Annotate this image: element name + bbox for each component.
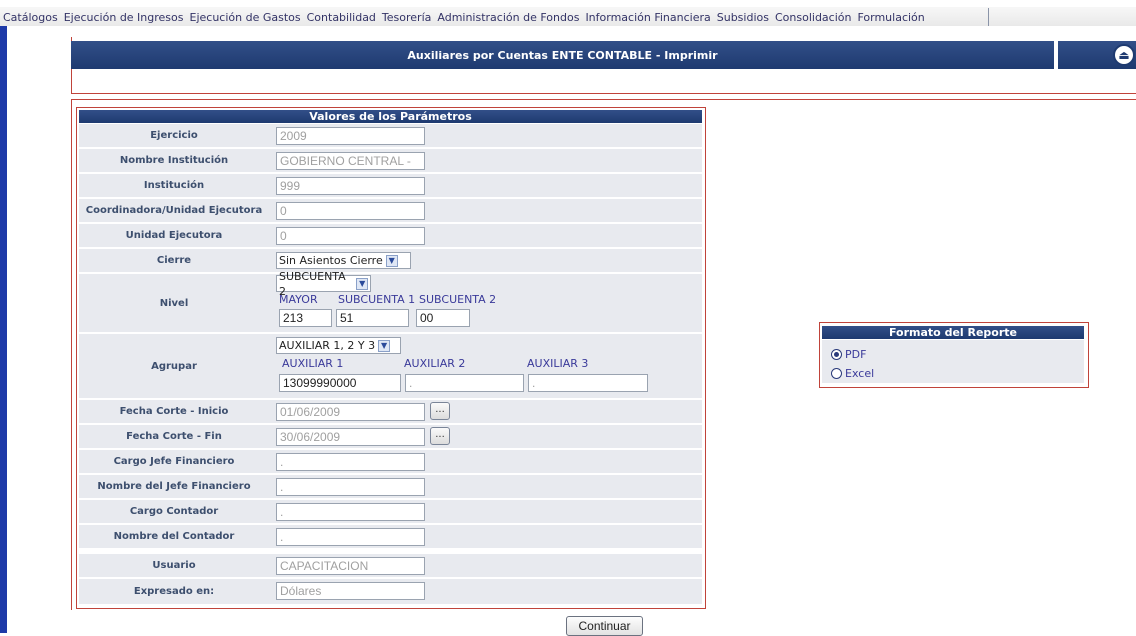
nombre-jefe-field[interactable]: . [276,478,425,496]
fecha-inicio-label: Fecha Corte - Inicio [119,406,229,417]
row-nombre-institucion: Nombre Institución GOBIERNO CENTRAL - [79,149,702,172]
top-menu-bar: Catálogos Ejecución de Ingresos Ejecució… [0,0,1136,26]
row-coordinadora: Coordinadora/Unidad Ejecutora 0 [79,199,702,222]
cierre-selected: Sin Asientos Cierre [279,254,383,267]
menu-separator [988,8,989,26]
coordinadora-field[interactable]: 0 [276,202,425,220]
menu-item-subsidios[interactable]: Subsidios [714,11,772,24]
nombre-contador-field[interactable]: . [276,528,425,546]
nombre-jefe-label: Nombre del Jefe Financiero [97,481,251,492]
agrupar-sublabel-aux1: AUXILIAR 1 [282,357,344,370]
nivel-select[interactable]: SUBCUENTA 2 ▼ [276,270,371,298]
menu-item-informacion-financiera[interactable]: Información Financiera [582,11,713,24]
row-nivel: Nivel SUBCUENTA 2 ▼ MAYOR SUBCUENTA 1 SU… [79,270,702,332]
unidad-ejecutora-field[interactable]: 0 [276,227,425,245]
agrupar-sublabel-aux2: AUXILIAR 2 [404,357,466,370]
cierre-label: Cierre [156,255,192,266]
report-format-body: PDF Excel [822,340,1084,383]
menu-item-consolidacion[interactable]: Consolidación [772,11,854,24]
report-format-header: Formato del Reporte [822,326,1084,339]
nombre-institucion-label: Nombre Institución [119,155,229,166]
nivel-sublabel-mayor: MAYOR [279,293,318,306]
ejercicio-field[interactable]: 2009 [276,127,425,145]
agrupar-aux2-field[interactable]: . [405,374,524,392]
nivel-sublabel-subcuenta1: SUBCUENTA 1 [338,293,416,306]
agrupar-label: Agrupar [151,360,197,372]
agrupar-aux1-field[interactable]: 13099990000 [279,374,401,392]
row-fecha-inicio: Fecha Corte - Inicio 01/06/2009 ... [79,400,702,423]
institucion-label: Institución [143,180,205,191]
format-option-excel[interactable]: Excel [831,367,874,380]
coordinadora-label: Coordinadora/Unidad Ejecutora [85,205,263,216]
format-option-pdf-label: PDF [845,348,867,361]
unidad-ejecutora-label: Unidad Ejecutora [125,230,223,241]
menu-item-administracion-fondos[interactable]: Administración de Fondos [434,11,582,24]
parameters-header: Valores de los Parámetros [79,110,702,123]
expresado-field[interactable]: Dólares [276,582,425,600]
menu-item-formulacion[interactable]: Formulación [854,11,927,24]
nivel-label: Nivel [159,297,189,309]
row-cierre: Cierre Sin Asientos Cierre ▼ [79,249,702,272]
row-expresado: Expresado en: Dólares [79,579,702,604]
radio-excel[interactable] [831,368,842,379]
radio-pdf[interactable] [831,349,842,360]
nivel-mayor-field[interactable]: 213 [279,309,332,327]
ejercicio-label: Ejercicio [150,130,198,141]
fecha-fin-calendar-button[interactable]: ... [430,427,450,445]
chevron-down-icon: ▼ [385,254,398,267]
institucion-field[interactable]: 999 [276,177,425,195]
cargo-jefe-field[interactable]: . [276,453,425,471]
chevron-down-icon: ▼ [378,339,391,352]
agrupar-selected: AUXILIAR 1, 2 Y 3 [279,339,376,352]
nombre-contador-label: Nombre del Contador [113,531,235,542]
left-border [0,26,7,633]
cargo-contador-field[interactable]: . [276,503,425,521]
agrupar-select[interactable]: AUXILIAR 1, 2 Y 3 ▼ [276,337,401,354]
nivel-subcuenta1-field[interactable]: 51 [336,309,409,327]
page-title: Auxiliares por Cuentas ENTE CONTABLE - I… [71,41,1054,69]
nivel-sublabel-subcuenta2: SUBCUENTA 2 [419,293,497,306]
cargo-jefe-label: Cargo Jefe Financiero [113,456,235,467]
nombre-institucion-field[interactable]: GOBIERNO CENTRAL - [276,152,425,170]
menu-item-catalogos[interactable]: Catálogos [0,11,61,24]
cierre-select[interactable]: Sin Asientos Cierre ▼ [276,252,411,269]
menu-item-ejecucion-gastos[interactable]: Ejecución de Gastos [187,11,304,24]
row-unidad-ejecutora: Unidad Ejecutora 0 [79,224,702,247]
nivel-subcuenta2-field[interactable]: 00 [416,309,470,327]
row-agrupar: Agrupar AUXILIAR 1, 2 Y 3 ▼ AUXILIAR 1 A… [79,334,702,398]
cargo-contador-label: Cargo Contador [129,506,219,517]
row-usuario: Usuario CAPACITACION [79,554,702,577]
row-nombre-jefe: Nombre del Jefe Financiero . [79,475,702,498]
row-cargo-jefe: Cargo Jefe Financiero . [79,450,702,473]
row-institucion: Institución 999 [79,174,702,197]
usuario-field[interactable]: CAPACITACION [276,557,425,575]
usuario-label: Usuario [152,560,196,571]
fecha-inicio-calendar-button[interactable]: ... [430,402,450,420]
agrupar-aux3-field[interactable]: . [528,374,648,392]
continue-button[interactable]: Continuar [566,616,643,636]
fecha-fin-field[interactable]: 30/06/2009 [276,428,425,446]
row-ejercicio: Ejercicio 2009 [79,124,702,147]
menu-items: Catálogos Ejecución de Ingresos Ejecució… [0,8,928,26]
format-option-pdf[interactable]: PDF [831,348,866,361]
format-option-excel-label: Excel [845,367,875,380]
row-fecha-fin: Fecha Corte - Fin 30/06/2009 ... [79,425,702,448]
row-cargo-contador: Cargo Contador . [79,500,702,523]
fecha-fin-label: Fecha Corte - Fin [126,431,222,442]
row-nombre-contador: Nombre del Contador . [79,525,702,548]
menu-item-contabilidad[interactable]: Contabilidad [304,11,379,24]
chevron-down-icon: ▼ [356,277,368,290]
agrupar-sublabel-aux3: AUXILIAR 3 [527,357,589,370]
fecha-inicio-field[interactable]: 01/06/2009 [276,403,425,421]
menu-item-tesoreria[interactable]: Tesorería [379,11,434,24]
expresado-label: Expresado en: [133,586,215,597]
menu-item-ejecucion-ingresos[interactable]: Ejecución de Ingresos [61,11,187,24]
exit-icon[interactable]: ⏏ [1113,44,1135,66]
